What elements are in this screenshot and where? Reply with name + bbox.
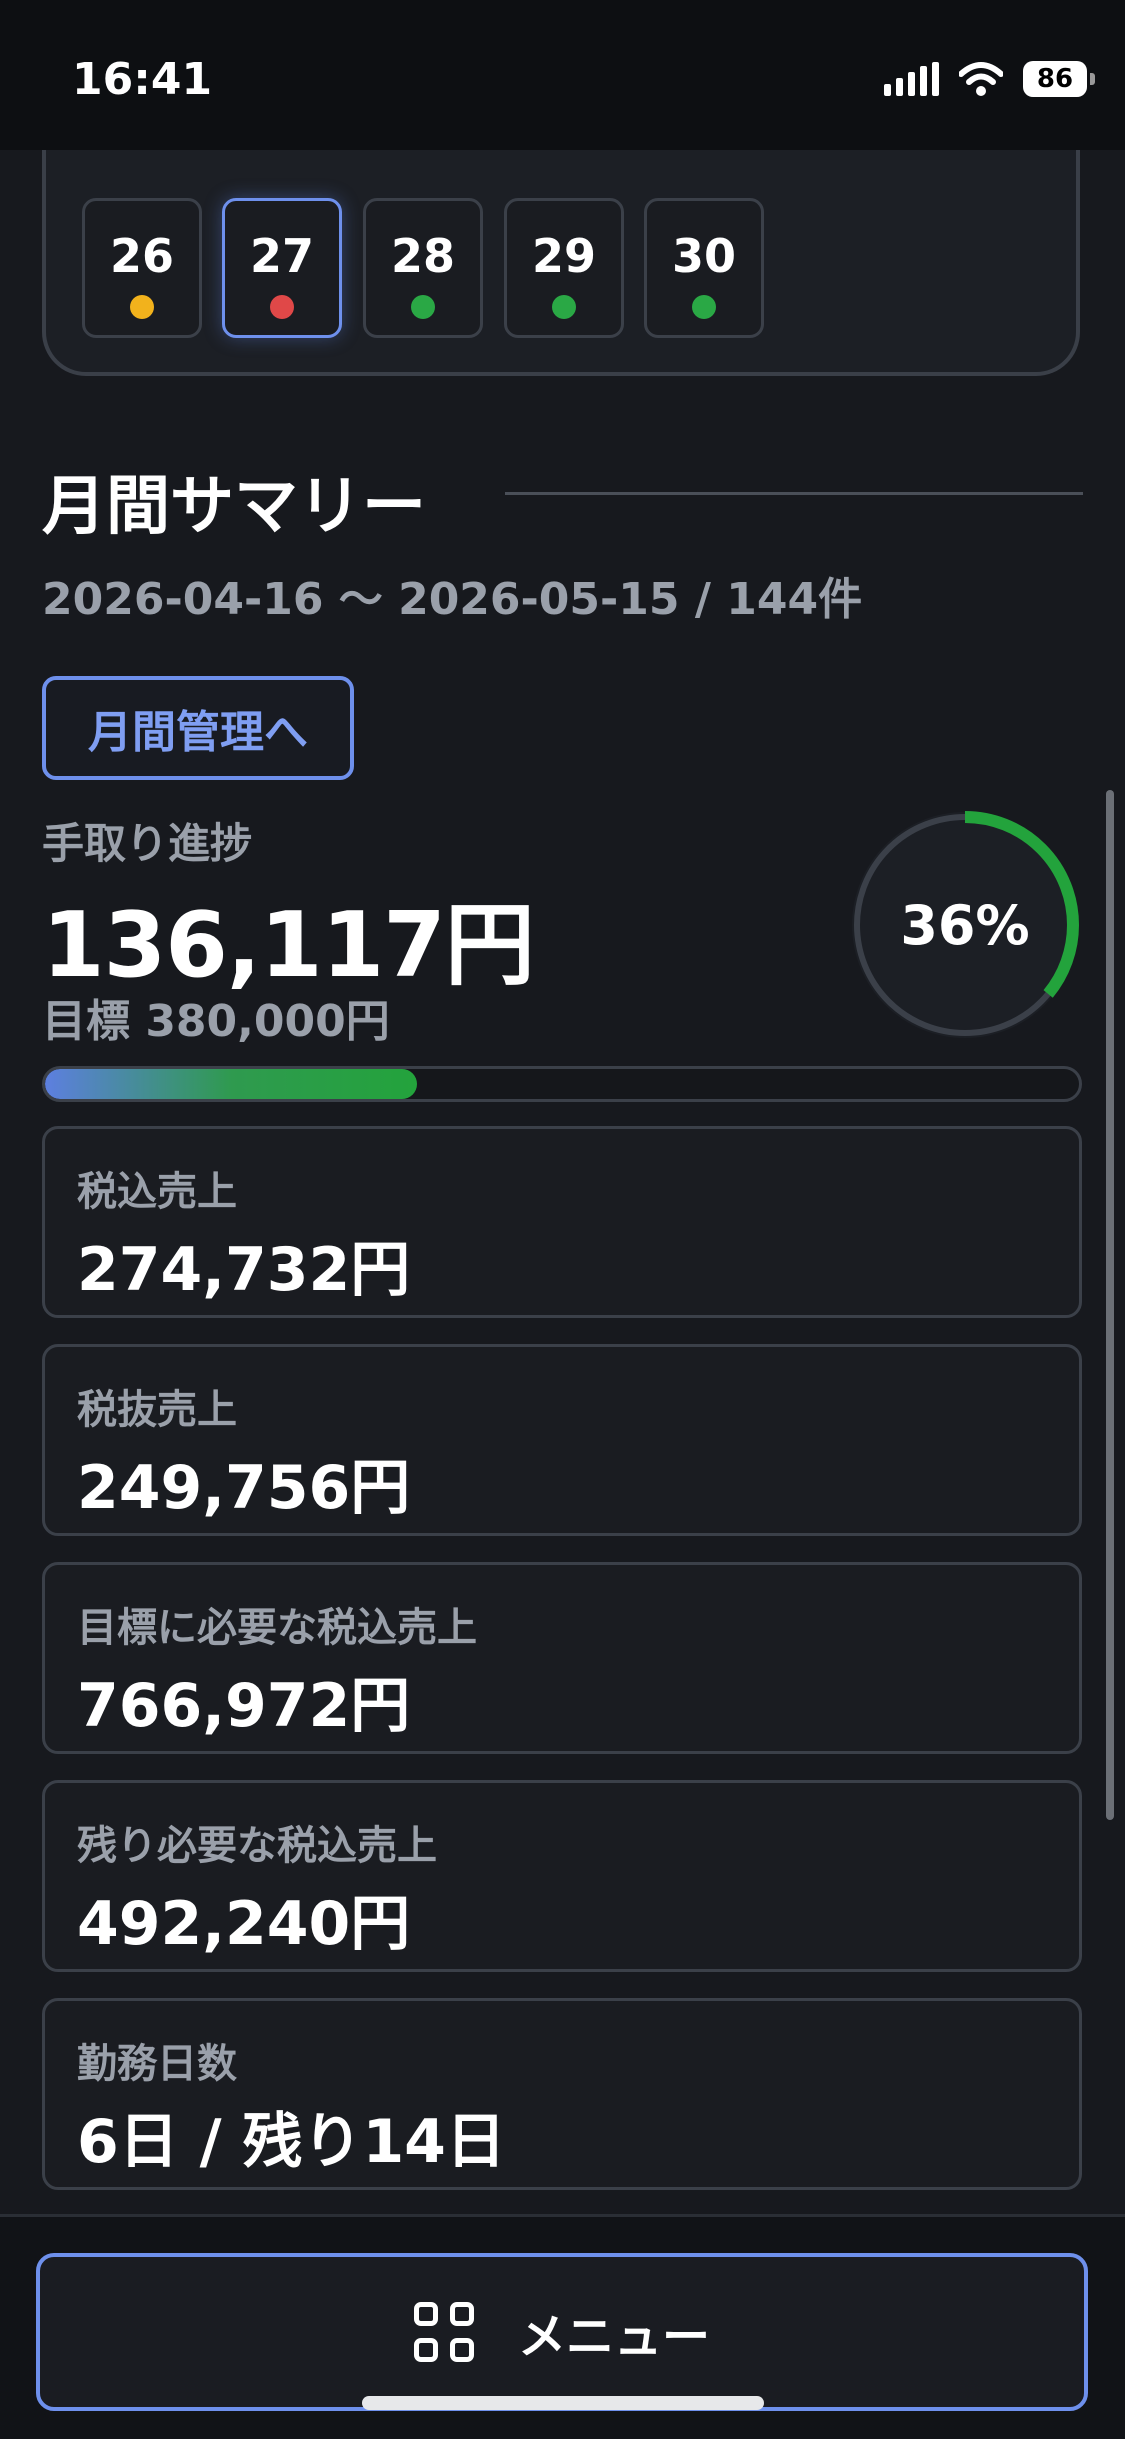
stat-label: 目標に必要な税込売上: [77, 1605, 477, 1651]
day-number: 29: [531, 229, 596, 283]
stat-label: 税込売上: [77, 1169, 237, 1215]
day-status-dot: [411, 295, 435, 319]
stat-value: 766,972円: [77, 1671, 411, 1741]
calendar-day[interactable]: 28: [363, 198, 483, 338]
goal-text: 目標 380,000円: [42, 996, 390, 1047]
menu-label: メニュー: [517, 2309, 710, 2365]
stat-card-tax-excluded-sales: 税抜売上 249,756円: [42, 1344, 1082, 1536]
calendar-day[interactable]: 29: [504, 198, 624, 338]
stat-label: 税抜売上: [77, 1387, 237, 1433]
day-status-dot: [552, 295, 576, 319]
status-bar: 16:41 86: [0, 0, 1125, 150]
monthly-management-button[interactable]: 月間管理へ: [42, 676, 354, 780]
day-number: 28: [390, 229, 455, 283]
grid-menu-icon: [413, 2302, 474, 2362]
status-time: 16:41: [72, 54, 213, 105]
progress-bar-fill: [45, 1069, 418, 1099]
home-indicator: [362, 2396, 764, 2410]
signal-icon: [884, 62, 939, 96]
status-icons: 86: [884, 58, 1095, 100]
stat-label: 残り必要な税込売上: [77, 1823, 437, 1869]
progress-label: 手取り進捗: [42, 819, 253, 868]
stat-value: 274,732円: [77, 1235, 411, 1305]
calendar-day[interactable]: 26: [82, 198, 202, 338]
stat-value: 6日 / 残り14日: [77, 2107, 506, 2177]
summary-title: 月間サマリー: [42, 470, 426, 544]
day-status-dot: [270, 295, 294, 319]
stat-card-tax-included-sales: 税込売上 274,732円: [42, 1126, 1082, 1318]
menu-button[interactable]: メニュー: [36, 2253, 1088, 2411]
day-number: 30: [671, 229, 736, 283]
title-divider: [505, 492, 1083, 495]
day-number: 26: [109, 229, 174, 283]
day-number: 27: [249, 229, 314, 283]
stat-card-work-days: 勤務日数 6日 / 残り14日: [42, 1998, 1082, 2190]
calendar-day[interactable]: 30: [644, 198, 764, 338]
wifi-icon: [959, 62, 1003, 96]
calendar-day-selected[interactable]: 27: [222, 198, 342, 338]
progress-bar: [42, 1066, 1082, 1102]
stat-value: 249,756円: [77, 1453, 411, 1523]
stat-card-remaining-sales: 残り必要な税込売上 492,240円: [42, 1780, 1082, 1972]
stat-value: 492,240円: [77, 1889, 411, 1959]
day-status-dot: [130, 295, 154, 319]
period-text: 2026-04-16 〜 2026-05-15 / 144件: [42, 574, 863, 625]
day-status-dot: [692, 295, 716, 319]
progress-percent: 36%: [900, 893, 1030, 957]
stat-card-required-sales: 目標に必要な税込売上 766,972円: [42, 1562, 1082, 1754]
stat-label: 勤務日数: [77, 2041, 237, 2087]
battery-icon: 86: [1023, 61, 1095, 97]
take-home-amount: 136,117円: [42, 893, 535, 998]
scrollbar[interactable]: [1106, 790, 1114, 1820]
